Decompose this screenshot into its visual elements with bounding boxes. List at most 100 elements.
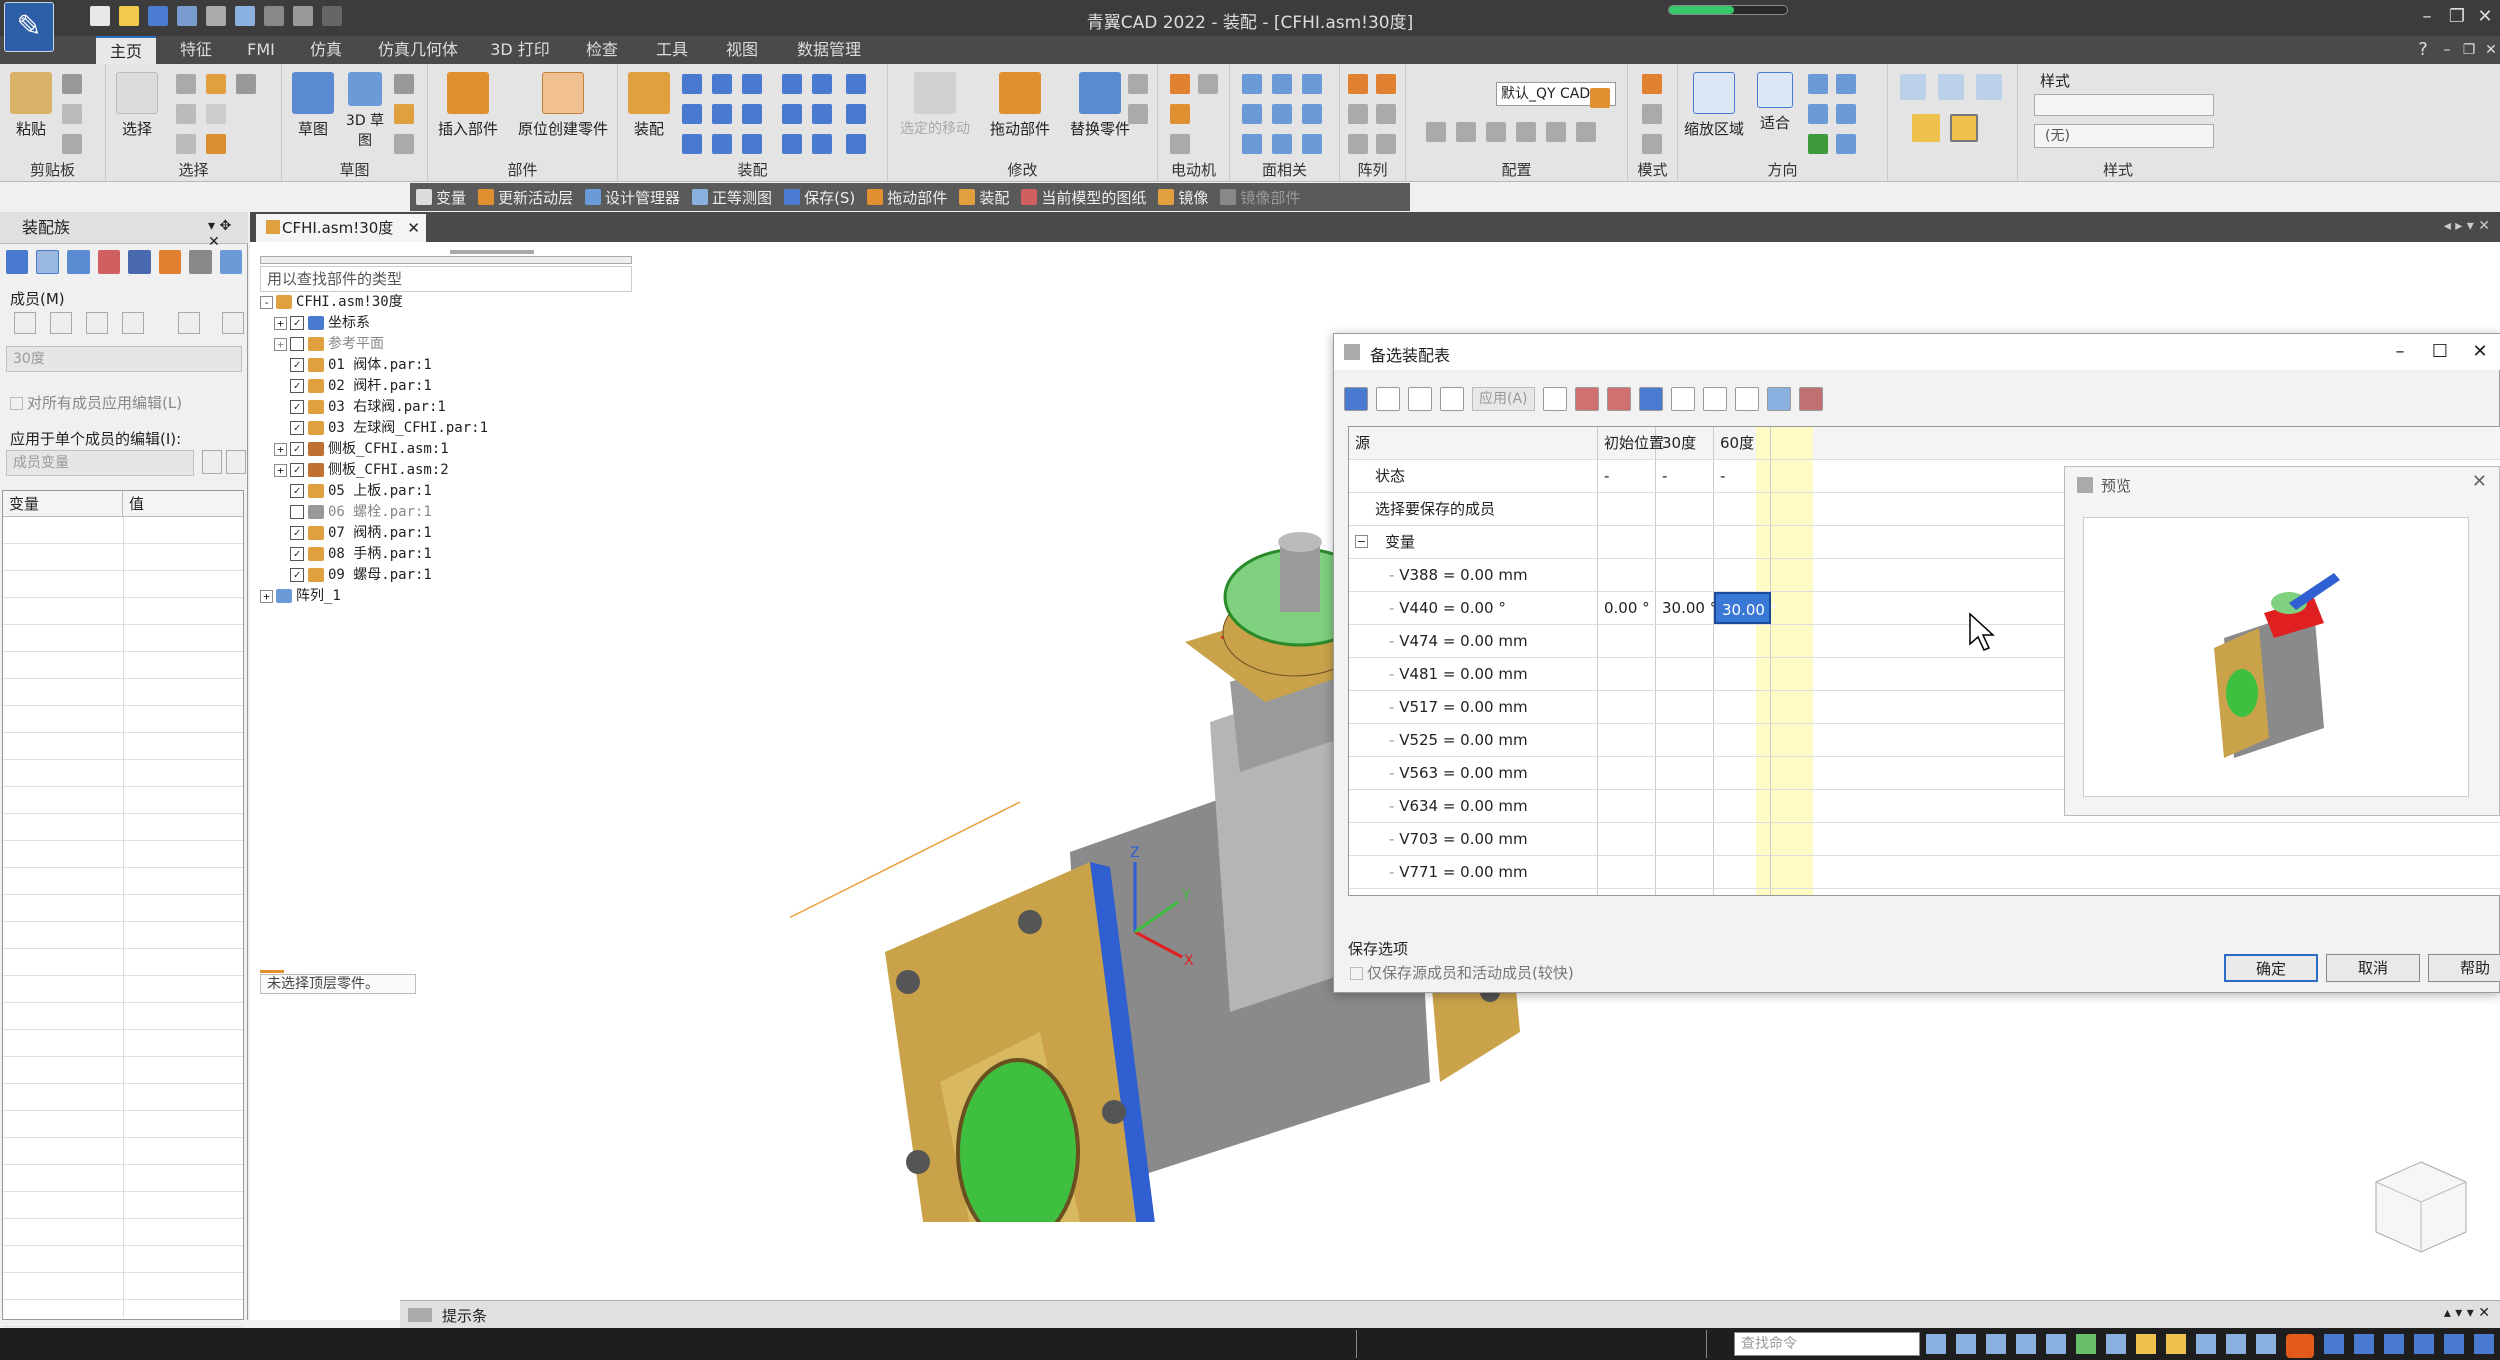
value-cell[interactable]	[1656, 658, 1714, 690]
tree-item[interactable]: + ✓ 侧板_CFHI.asm:1	[260, 439, 680, 460]
tree-item[interactable]: - CFHI.asm!30度	[260, 292, 680, 313]
select-filter-icon[interactable]	[206, 74, 226, 94]
expand-icon[interactable]: +	[274, 463, 287, 477]
shaded-icon[interactable]	[1912, 114, 1940, 142]
value-cell[interactable]	[1656, 757, 1714, 789]
collapse-icon[interactable]: -	[260, 295, 273, 309]
assemble-button[interactable]: 装配	[618, 72, 680, 139]
value-cell[interactable]	[1714, 790, 1771, 822]
value-cell[interactable]	[1656, 559, 1714, 591]
face-icon-6[interactable]	[1302, 104, 1322, 124]
face-icon-9[interactable]	[1302, 134, 1322, 154]
menu-icon[interactable]	[2474, 1334, 2494, 1354]
mode-icon-1[interactable]	[1642, 74, 1662, 94]
delete-icon[interactable]	[1440, 387, 1464, 411]
splitter-handle[interactable]	[450, 250, 534, 254]
shaded-edges-icon[interactable]	[1950, 114, 1978, 142]
tab-3d-print[interactable]: 3D 打印	[482, 36, 558, 64]
dimetric-view-icon[interactable]	[1938, 74, 1964, 100]
motor-edit-icon[interactable]	[1170, 104, 1190, 124]
minimize-button[interactable]: –	[2412, 4, 2442, 30]
fit-button[interactable]: 适合	[1750, 72, 1800, 133]
look-at-icon[interactable]	[1808, 134, 1828, 154]
dialog-close-button[interactable]: ✕	[2460, 338, 2500, 366]
trimetric-view-icon[interactable]	[1976, 74, 2002, 100]
visibility-checkbox[interactable]: ✓	[290, 484, 304, 498]
member-var-select[interactable]: 成员变量	[6, 450, 194, 476]
select-button[interactable]: 选择	[106, 72, 168, 139]
relation-icon-4[interactable]	[782, 74, 802, 94]
dialog-maximize-button[interactable]: ☐	[2420, 338, 2460, 366]
add-column-icon[interactable]	[1376, 387, 1400, 411]
value-cell[interactable]	[1598, 625, 1656, 657]
config-icon-4[interactable]	[1516, 122, 1536, 142]
value-cell[interactable]	[1656, 625, 1714, 657]
value-cell[interactable]	[1598, 493, 1656, 525]
visibility-checkbox[interactable]: ✓	[290, 442, 304, 456]
assemble-command[interactable]: 装配	[953, 183, 1015, 211]
expand-icon[interactable]: +	[274, 337, 287, 351]
value-cell[interactable]: 30.00 °	[1656, 592, 1717, 624]
face-icon-3[interactable]	[1302, 74, 1322, 94]
visibility-checkbox[interactable]: ✓	[290, 379, 304, 393]
value-cell[interactable]	[1656, 526, 1714, 558]
layers-icon[interactable]	[97, 250, 121, 274]
relation-icon-15[interactable]	[742, 134, 762, 154]
sketch-tool-icon[interactable]	[394, 74, 414, 94]
value-cell[interactable]	[1714, 493, 1771, 525]
tree-item[interactable]: ✓ 08 手柄.par:1	[260, 544, 680, 565]
status-tool-icon-7[interactable]	[2106, 1334, 2126, 1354]
paste-button[interactable]: 粘贴	[0, 72, 62, 139]
value-cell[interactable]	[1714, 625, 1771, 657]
select-zoom-icon[interactable]	[236, 74, 256, 94]
selected-value-cell[interactable]: 30.00 °	[1714, 592, 1777, 624]
dialog-table-row[interactable]: - V703 = 0.00 mm	[1349, 823, 2500, 856]
preview-close-button[interactable]: ✕	[2472, 471, 2487, 492]
value-cell[interactable]	[1714, 724, 1771, 756]
tree-item[interactable]: ✓ 03 左球阀_CFHI.par:1	[260, 418, 680, 439]
status-tool-icon-5[interactable]	[2046, 1334, 2066, 1354]
value-cell[interactable]	[1714, 856, 1771, 888]
pattern-icon-3[interactable]	[1348, 104, 1368, 124]
lang-icon[interactable]	[2324, 1334, 2344, 1354]
tab-sim-geometry[interactable]: 仿真几何体	[370, 36, 466, 64]
value-cell[interactable]: 0.00 °	[1598, 592, 1656, 624]
visibility-checkbox[interactable]: ✓	[290, 316, 304, 330]
visibility-checkbox[interactable]: ✓	[290, 568, 304, 582]
tree-item[interactable]: ✓ 05 上板.par:1	[260, 481, 680, 502]
value-cell[interactable]	[1656, 691, 1714, 723]
edit-member-icon[interactable]	[50, 312, 72, 334]
app-logo-icon[interactable]: ✎	[4, 2, 54, 52]
config-icon-1[interactable]	[1426, 122, 1446, 142]
relation-icon-5[interactable]	[812, 74, 832, 94]
value-cell[interactable]	[1598, 559, 1656, 591]
status-tool-icon-1[interactable]	[1926, 1334, 1946, 1354]
value-cell[interactable]	[1598, 856, 1656, 888]
iso-view-icon[interactable]	[1900, 74, 1926, 100]
tree-item[interactable]: + 阵列_1	[260, 586, 680, 607]
relation-icon-10[interactable]	[782, 104, 802, 124]
pattern-icon-6[interactable]	[1376, 134, 1396, 154]
drag-part-command[interactable]: 拖动部件	[861, 183, 953, 211]
relation-icon-1[interactable]	[682, 74, 702, 94]
doc-close-button[interactable]: ✕	[2476, 37, 2500, 63]
value-cell[interactable]	[1598, 790, 1656, 822]
visibility-checkbox[interactable]: ✓	[290, 526, 304, 540]
value-cell[interactable]	[1714, 691, 1771, 723]
value-cell[interactable]	[1714, 823, 1771, 855]
motor-icon[interactable]	[1170, 74, 1190, 94]
close-button[interactable]: ✕	[2470, 4, 2500, 30]
visibility-checkbox[interactable]	[290, 505, 304, 519]
status-tool-icon-10[interactable]	[2196, 1334, 2216, 1354]
visibility-checkbox[interactable]	[290, 337, 304, 351]
modify-tool-icon-2[interactable]	[1128, 104, 1148, 124]
design-manager-command[interactable]: 设计管理器	[579, 183, 686, 211]
3d-sketch-button[interactable]: 3D 草图	[340, 72, 390, 150]
pan-icon[interactable]	[1836, 74, 1856, 94]
value-cell[interactable]	[1714, 889, 1771, 895]
select-cross-icon[interactable]	[206, 104, 226, 124]
tab-view[interactable]: 视图	[714, 36, 770, 64]
hint-bar-controls-icon[interactable]: ▴ ▾ ▾ ✕	[2444, 1305, 2490, 1321]
config-icon-5[interactable]	[1546, 122, 1566, 142]
sketch-button[interactable]: 草图	[282, 72, 344, 139]
